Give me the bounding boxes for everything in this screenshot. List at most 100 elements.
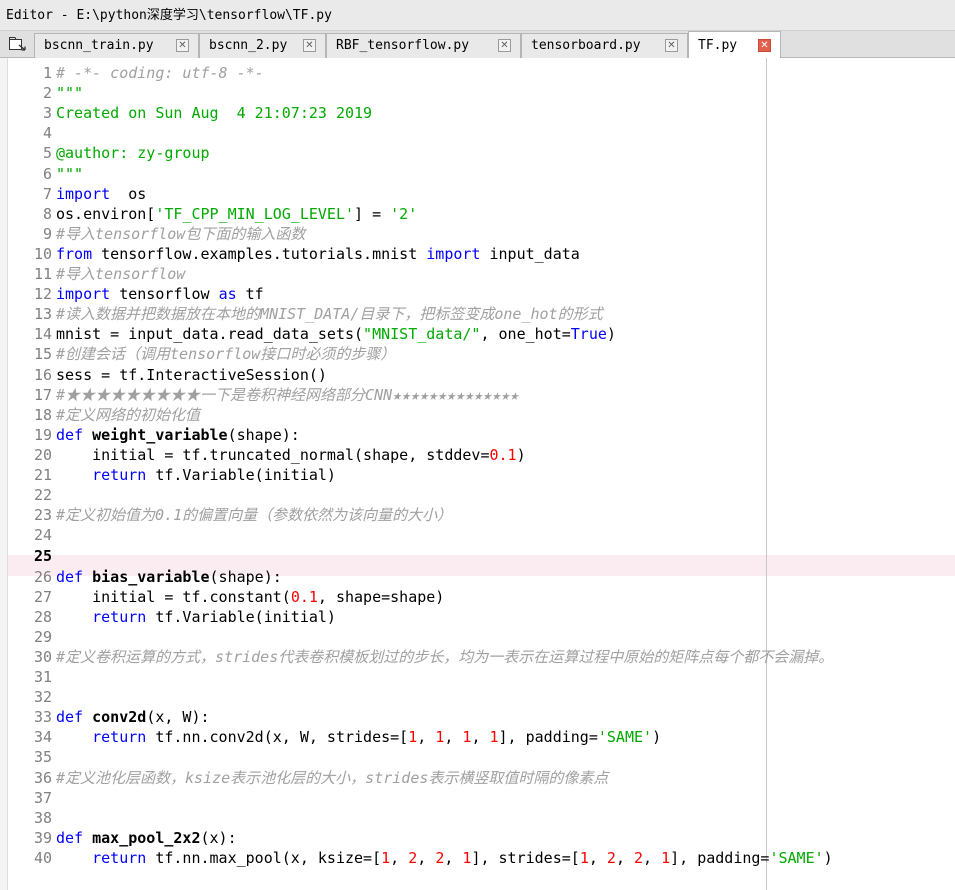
line-number: 27 [33,588,52,606]
code-token: import [56,185,111,203]
code-token: 1 [579,849,589,867]
line-number: 40 [33,849,52,867]
tab-close-icon[interactable]: ✕ [498,39,511,52]
code-token: return [92,728,147,746]
code-token: as [218,285,237,303]
tab-bscnn-2-py[interactable]: bscnn_2.py ✕ [199,33,326,58]
code-token: return [92,849,147,867]
code-text: # -*- coding: utf-8 -*- [56,63,264,83]
line-number: 24 [33,526,52,544]
code-token: return [92,466,147,484]
code-text: def bias_variable(shape): [56,567,282,587]
code-token: (shape): [209,568,282,586]
tab-tf-py[interactable]: TF.py ✕ [688,31,781,59]
code-token: ], strides=[ [471,849,580,867]
line-number: 19 [33,426,52,444]
code-token: (x, W): [146,708,210,726]
tab-label: TF.py [698,38,738,53]
code-text: return tf.Variable(initial) [56,607,336,627]
code-token: from [56,245,93,263]
code-token: os.environ[ [56,205,156,223]
code-token: # -*- coding: utf-8 -*- [56,64,264,82]
code-token: #定义卷积运算的方式，strides代表卷积模板划过的步长，均为一表示在运算过程… [56,648,834,666]
line-number: 5 [42,144,52,162]
line-number: 2 [42,84,52,102]
code-token: ) [823,849,833,867]
code-token: , [615,849,634,867]
code-token: tf [236,285,264,303]
code-token: , shape=shape) [317,588,445,606]
code-token: 'SAME' [769,849,824,867]
code-token: True [570,325,607,343]
tab-label: RBF_tensorflow.py [336,38,470,53]
code-token: import [426,245,481,263]
line-number: 15 [33,345,52,363]
tab-bscnn-train-py[interactable]: bscnn_train.py ✕ [34,33,199,58]
code-token: '2' [390,205,418,223]
code-token: "MNIST_data/" [363,325,481,343]
code-token: input_data [480,245,580,263]
code-text: #导入tensorflow [56,264,185,284]
code-text: #创建会话（调用tensorflow接口时必须的步骤） [56,344,395,364]
line-number: 20 [33,446,52,464]
tab-close-icon[interactable]: ✕ [176,39,189,52]
line-number: 7 [42,185,52,203]
code-token: tf.nn.conv2d(x, W, strides=[ [146,728,409,746]
line-number: 1 [42,64,52,82]
tab-close-icon[interactable]: ✕ [758,39,771,52]
line-number: 4 [42,124,52,142]
code-token: conv2d [92,708,147,726]
tab-rbf-tensorflow-py[interactable]: RBF_tensorflow.py ✕ [326,33,521,58]
line-number: 14 [33,325,52,343]
code-token: tensorflow [110,285,219,303]
tab-close-icon[interactable]: ✕ [665,39,678,52]
browse-tabs-icon[interactable] [8,36,28,52]
code-text: return tf.nn.conv2d(x, W, strides=[1, 1,… [56,727,661,747]
code-text: from tensorflow.examples.tutorials.mnist… [56,244,580,264]
code-token: Created on Sun Aug 4 21:07:23 2019 [56,104,373,122]
line-number: 9 [42,225,52,243]
tab-close-icon[interactable]: ✕ [303,39,316,52]
code-text: #定义初始值为0.1的偏置向量（参数依然为该向量的大小） [56,505,452,525]
code-text: #定义卷积运算的方式，strides代表卷积模板划过的步长，均为一表示在运算过程… [56,647,833,667]
line-number: 6 [42,165,52,183]
code-token: tf.nn.max_pool(x, ksize=[ [146,849,382,867]
code-token: max_pool_2x2 [92,829,201,847]
code-token: weight_variable [92,426,228,444]
line-number: 33 [33,708,52,726]
code-token: def [56,708,84,726]
code-token: tf.Variable(initial) [146,466,336,484]
code-token: 1 [381,849,391,867]
code-token: 2 [634,849,644,867]
tab-label: bscnn_2.py [209,38,288,53]
code-token: """ [56,165,84,183]
line-number: 30 [33,648,52,666]
code-token: initial = tf.truncated_normal(shape, std… [56,446,490,464]
code-token: os [110,185,147,203]
code-token: #导入tensorflow [56,265,186,283]
code-text: initial = tf.truncated_normal(shape, std… [56,445,526,465]
line-number: 12 [33,285,52,303]
tab-tensorboard-py[interactable]: tensorboard.py ✕ [521,33,688,58]
line-number: 38 [33,809,52,827]
code-token: , [643,849,662,867]
code-text: os.environ['TF_CPP_MIN_LOG_LEVEL'] = '2' [56,204,417,224]
line-number: 25 [33,547,52,565]
code-text: initial = tf.constant(0.1, shape=shape) [56,587,444,607]
code-token: 2 [435,849,445,867]
line-number: 37 [33,789,52,807]
code-text: import os [56,184,146,204]
code-token: ] = [354,205,391,223]
code-editor[interactable]: 1 # -*- coding: utf-8 -*- 2 """ 3 Created on … [0,58,955,890]
code-token: 1 [408,728,418,746]
editor-margin [0,58,8,890]
code-token: 1 [435,728,445,746]
line-number: 31 [33,668,52,686]
code-token: ) [652,728,662,746]
line-number: 22 [33,486,52,504]
line-number: 34 [33,728,52,746]
code-token: 1 [661,849,671,867]
code-token: , [417,728,436,746]
code-token: , [444,849,463,867]
